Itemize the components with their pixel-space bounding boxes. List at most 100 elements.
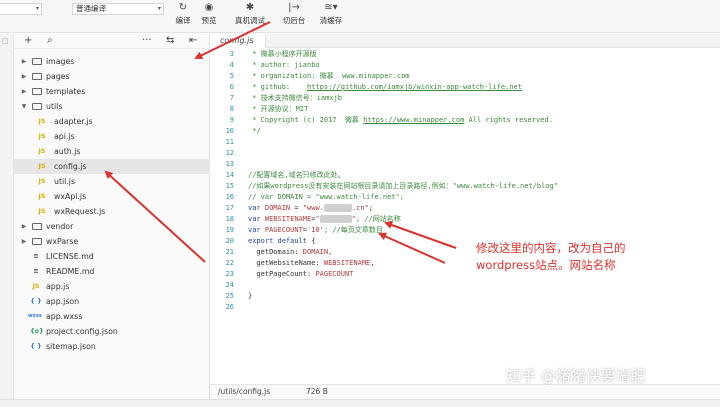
more-icon[interactable]: ··· <box>142 35 152 47</box>
device-select[interactable]: ▾ <box>0 3 42 15</box>
tree-file-config[interactable]: JS config.js <box>14 159 210 174</box>
tab-config-js[interactable]: config.js <box>210 34 266 48</box>
tree-file-appjson[interactable]: { } app.json <box>14 294 210 309</box>
js-file-icon: JS <box>38 177 46 185</box>
code-editor[interactable]: config.js 3 4 5 6 7 8 9 10 11 12 13 14 1… <box>210 34 720 407</box>
code-token: WEBSITENAME <box>264 215 312 223</box>
tree-folder-templates[interactable]: ▶ templates <box>14 84 210 99</box>
background-icon: |→ <box>288 2 300 13</box>
tree-label: vendor <box>46 222 74 231</box>
code-token: "www. <box>302 204 324 212</box>
code-token: ; //网站名称 <box>355 215 401 223</box>
tree-file-adapter[interactable]: JS adapter.js <box>14 114 210 129</box>
folder-icon <box>32 238 42 245</box>
tree-label: app.wxss <box>46 312 83 321</box>
tree-folder-vendor[interactable]: ▶ vendor <box>14 219 210 234</box>
line-number: 26 <box>225 303 234 311</box>
tree-folder-images[interactable]: ▶ images <box>14 54 210 69</box>
tree-file-auth[interactable]: JS auth.js <box>14 144 210 159</box>
code-line: getDomain: DOMAIN, <box>248 247 332 258</box>
js-file-icon: JS <box>38 162 46 170</box>
code-line: getWebsiteName: WEBSITENAME, <box>248 258 374 269</box>
code-token: getPageCount: <box>248 270 316 278</box>
folder-icon <box>32 73 42 80</box>
debug-button[interactable]: ✱ 真机调试 <box>229 0 271 30</box>
tree-file-api[interactable]: JS api.js <box>14 129 210 144</box>
clear-cache-button[interactable]: ≋▾ 清缓存 <box>312 0 350 30</box>
js-file-icon: JS <box>38 117 46 125</box>
code-line: * 开源协议：MIT <box>248 105 309 113</box>
code-token: All rights reserved. <box>464 116 553 124</box>
js-file-icon: JS <box>38 192 46 200</box>
tree-label: util.js <box>54 177 76 186</box>
preview-button[interactable]: ◉ 预览 <box>191 0 227 30</box>
code-line: // var DOMAIN = "www.watch-life.net"; <box>248 193 404 201</box>
tree-file-sitemap[interactable]: { } sitemap.json <box>14 339 210 354</box>
code-line: * Copyright (c) 2017 微慕 https://www.mina… <box>248 115 553 126</box>
tree-file-appwxss[interactable]: wxss app.wxss <box>14 309 210 324</box>
code-line: //配置域名,域名只修改此处。 <box>248 171 345 179</box>
code-link[interactable]: https://github.com/iamxjb/winxin-app-wat… <box>307 83 522 91</box>
code-line: * 微慕小程序开源版 <box>248 50 317 58</box>
json-file-icon: { } <box>30 297 42 305</box>
line-number: 21 <box>225 248 234 256</box>
tree-label: images <box>46 57 75 66</box>
code-line: var WEBSITENAME=" "; //网站名称 <box>248 214 401 225</box>
tree-file-appjs[interactable]: JS app.js <box>14 279 210 294</box>
code-token: PAGECOUNT <box>315 270 354 278</box>
file-explorer: + ⌕ ··· ⇆ ⇤ ▶ images ▶ pages ▶ templates ▼ u… <box>14 34 210 407</box>
tree-folder-pages[interactable]: ▶ pages <box>14 69 210 84</box>
tree-folder-wxparse[interactable]: ▶ wxParse <box>14 234 210 249</box>
code-line: } <box>248 292 253 300</box>
line-number: 11 <box>225 138 234 146</box>
wxss-file-icon: wxss <box>28 313 42 319</box>
line-number: 12 <box>225 149 234 157</box>
tree-file-projectconfig[interactable]: {o} project.config.json <box>14 324 210 339</box>
file-path: /utils/config.js <box>218 387 271 396</box>
line-number: 4 <box>229 61 234 69</box>
code-token: getWebsiteName: <box>248 259 324 267</box>
code-token: .cn" <box>351 204 369 212</box>
collapse-icon[interactable]: ⇤ <box>189 35 197 47</box>
debug-icon: ✱ <box>245 2 255 13</box>
add-icon[interactable]: + <box>24 35 32 47</box>
line-number: 19 <box>225 226 234 234</box>
code-token: export default <box>248 237 312 245</box>
code-link[interactable]: https://www.minapper.com <box>363 116 464 124</box>
tree-label: adapter.js <box>54 117 93 126</box>
chevron-down-icon: ▾ <box>35 5 39 12</box>
tree-folder-utils[interactable]: ▼ utils <box>14 99 210 114</box>
code-token: '10' <box>307 226 324 234</box>
code-line: //如果wordpress没有安装在网站根目录请加上目录路径,例如："www.w… <box>248 182 558 190</box>
split-icon[interactable]: ⇆ <box>166 35 174 47</box>
tree-file-wxapi[interactable]: JS wxApi.js <box>14 189 210 204</box>
tree-file-wxrequest[interactable]: JS wxRequest.js <box>14 204 210 219</box>
tree-file-license[interactable]: ≡ LICENSE.md <box>14 249 210 264</box>
line-number: 8 <box>229 105 234 113</box>
tree-label: project.config.json <box>46 327 118 336</box>
line-number: 6 <box>229 83 234 91</box>
tree-file-readme[interactable]: ≡ README.md <box>14 264 210 279</box>
clear-cache-label: 清缓存 <box>319 16 343 25</box>
line-number: 7 <box>229 94 234 102</box>
explorer-header: + ⌕ ··· ⇆ ⇤ <box>14 34 210 49</box>
chevron-right-icon: ▶ <box>21 238 27 245</box>
tree-label: app.json <box>46 297 80 306</box>
line-number: 5 <box>229 72 234 80</box>
line-number: 23 <box>225 270 234 278</box>
code-token: * github: <box>248 83 308 91</box>
code-token: ; <box>368 204 373 212</box>
background-button[interactable]: |→ 切后台 <box>275 0 313 30</box>
search-icon[interactable]: ⌕ <box>47 35 53 47</box>
files-icon[interactable]: ▢ <box>2 37 9 45</box>
code-line: * 技术支持微信号：iamxjb <box>248 94 342 102</box>
code-line: var DOMAIN = "www. .cn"; <box>248 203 373 214</box>
tree-file-util[interactable]: JS util.js <box>14 174 210 189</box>
tree-label: api.js <box>54 132 75 141</box>
code-line: */ <box>248 127 261 135</box>
toolbar: ▾ 普通编译 ▾ ↻ 编译 ◉ 预览 ✱ 真机调试 |→ 切后台 ≋▾ 清缓存 <box>0 0 720 33</box>
compile-mode-select[interactable]: 普通编译 ▾ <box>72 3 164 15</box>
annotation-line: wordpress站点。网站名称 <box>476 258 616 272</box>
code-token: { <box>311 237 316 245</box>
chevron-right-icon: ▶ <box>21 223 27 230</box>
